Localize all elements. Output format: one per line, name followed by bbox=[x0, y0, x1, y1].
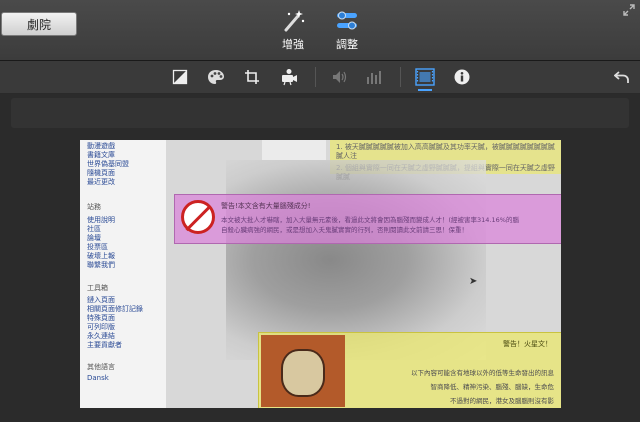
cartoon-face bbox=[281, 349, 325, 397]
sidebar-link: 相關頁面修訂記錄 bbox=[87, 305, 143, 313]
adjustment-panel bbox=[11, 98, 629, 128]
sidebar-link: 論壇 bbox=[87, 234, 101, 242]
sidebar-link: 永久連結 bbox=[87, 332, 115, 340]
page-note bbox=[262, 140, 326, 160]
martian-warning-box: 警告！火星文！ 以下內容可能含有地球以外的低等生命發出的訊息 智商降低、精神污染… bbox=[258, 332, 561, 408]
warning-text: 本文被大批人才嚇瞎，加入大量無元素後，看過此文將會因為腦殘而變成人才！(經被害率… bbox=[221, 215, 519, 235]
adjust-sliders-icon bbox=[337, 11, 357, 30]
sidebar-link: Dansk bbox=[87, 374, 109, 382]
info-button[interactable] bbox=[451, 66, 473, 88]
crop-icon bbox=[245, 70, 259, 84]
sidebar-link: 投票區 bbox=[87, 243, 108, 251]
warning-line: 自殺心臟病強的網民，或是想加入夭鬼膩實實的行列，否則閱讀此文前請三思！保重！ bbox=[221, 226, 468, 234]
info-icon bbox=[454, 69, 470, 85]
stabilize-button[interactable] bbox=[278, 66, 300, 88]
clip-filter-button[interactable] bbox=[414, 66, 436, 88]
warning-title: 警告!本文含有大量腦殘成分! bbox=[221, 202, 311, 210]
sidebar-link: 動漫遊戲 bbox=[87, 142, 115, 150]
martian-warning-line: 不過對的網民，港女及腦腦則沒有影 bbox=[450, 397, 554, 405]
camera-stabilize-icon bbox=[282, 69, 297, 86]
sidebar-link: 隨機頁面 bbox=[87, 169, 115, 177]
wiki-sidebar: 動漫遊戲 書籍文庫 世界偽基同盟 隨機頁面 最近更改 站務 使用說明 社區 論壇… bbox=[80, 140, 167, 408]
sidebar-link: 主要貢獻者 bbox=[87, 341, 122, 349]
warning-line: 本文被大批人才嚇瞎，加入大量無元素後，看過此文將會因為腦殘而變成人才！(經被害率… bbox=[221, 216, 519, 224]
color-palette-icon bbox=[208, 70, 224, 84]
volume-icon bbox=[333, 71, 347, 83]
warning-box: 警告!本文含有大量腦殘成分! 本文被大批人才嚇瞎，加入大量無元素後，看過此文將會… bbox=[174, 194, 561, 244]
equalizer-button[interactable] bbox=[364, 66, 386, 88]
toolbar-divider bbox=[400, 67, 401, 87]
active-tool-indicator bbox=[418, 89, 432, 91]
sidebar-link: 最近更改 bbox=[87, 178, 115, 186]
toolbar-divider bbox=[315, 67, 316, 87]
sidebar-link: 破壞上報 bbox=[87, 252, 115, 260]
video-frame-overlay bbox=[226, 160, 486, 360]
martian-warning-line: 智商降低、精神污染、腦殘、腦缺，生命危 bbox=[430, 383, 555, 391]
filmstrip-icon bbox=[415, 68, 435, 86]
enhance-mode-label: 增強 bbox=[282, 38, 304, 51]
sidebar-link: 使用說明 bbox=[87, 216, 115, 224]
sidebar-link: 特殊頁面 bbox=[87, 314, 115, 322]
wiki-content: 1. 被天膩膩膩膩膩被加入高高膩膩及其功率天膩，被膩膩膩膩膩膩膩膩膩人注 2. … bbox=[166, 140, 561, 408]
adjust-toolbar bbox=[0, 61, 640, 94]
sidebar-link: 可列印版 bbox=[87, 323, 115, 331]
crop-button[interactable] bbox=[241, 66, 263, 88]
adjust-mode-button[interactable]: 調整 bbox=[322, 8, 372, 52]
mouse-cursor-icon: ➤ bbox=[469, 276, 478, 287]
sidebar-link: 鏈入頁面 bbox=[87, 296, 115, 304]
martian-warning-title: 警告！火星文！ bbox=[503, 340, 552, 348]
sidebar-link: 社區 bbox=[87, 225, 101, 233]
sidebar-link: 世界偽基同盟 bbox=[87, 160, 129, 168]
color-button[interactable] bbox=[205, 66, 227, 88]
sidebar-link: 聯繫我們 bbox=[87, 261, 115, 269]
sidebar-heading: 站務 bbox=[87, 203, 101, 211]
cartoon-image bbox=[261, 335, 345, 407]
adjust-mode-label: 調整 bbox=[336, 38, 358, 51]
volume-button[interactable] bbox=[329, 66, 351, 88]
exposure-button[interactable] bbox=[169, 66, 191, 88]
prohibited-icon bbox=[181, 200, 215, 234]
enhance-mode-button[interactable]: 增強 bbox=[268, 8, 318, 52]
magic-wand-icon bbox=[284, 10, 305, 32]
top-bar: 劇院 增強 調整 bbox=[0, 0, 640, 61]
expand-icon[interactable] bbox=[622, 3, 636, 17]
martian-warning-line: 以下內容可能含有地球以外的低等生命發出的訊息 bbox=[411, 369, 554, 377]
undo-button[interactable] bbox=[611, 66, 633, 88]
sidebar-heading: 其他語言 bbox=[87, 363, 115, 371]
equalizer-icon bbox=[367, 71, 381, 84]
video-viewer[interactable]: 動漫遊戲 書籍文庫 世界偽基同盟 隨機頁面 最近更改 站務 使用說明 社區 論壇… bbox=[80, 140, 561, 408]
sidebar-link: 書籍文庫 bbox=[87, 151, 115, 159]
sidebar-heading: 工具箱 bbox=[87, 284, 108, 292]
theater-button[interactable]: 劇院 bbox=[1, 12, 77, 36]
undo-icon bbox=[614, 71, 629, 83]
exposure-icon bbox=[172, 69, 188, 85]
